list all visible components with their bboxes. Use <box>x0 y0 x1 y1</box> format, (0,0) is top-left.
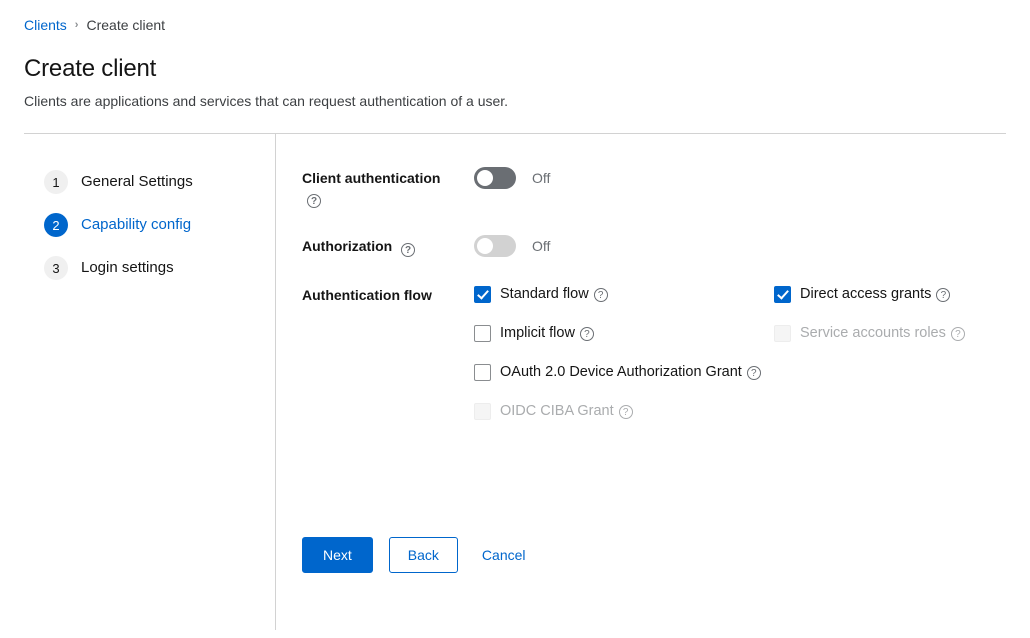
checkbox-item-implicit-flow[interactable]: Implicit flow ? <box>474 324 774 343</box>
client-authentication-label-text: Client authentication <box>302 170 441 186</box>
checkbox-label: Standard flow <box>500 286 589 302</box>
authorization-label: Authorization ? <box>302 234 474 257</box>
checkbox-label: Implicit flow <box>500 325 575 341</box>
standard-flow-label-wrap: Standard flow ? <box>500 285 608 304</box>
wizard-step-general-settings[interactable]: 1 General Settings <box>44 170 275 194</box>
breadcrumb-separator-icon: › <box>74 19 79 31</box>
client-authentication-toggle[interactable] <box>474 167 516 189</box>
wizard-content-panel: Client authentication ? Off Authorizatio… <box>276 134 1030 630</box>
checkbox-item-standard-flow[interactable]: Standard flow ? <box>474 285 774 304</box>
toggle-knob <box>477 238 493 254</box>
page-title: Create client <box>24 55 157 82</box>
wizard-footer: Next Back Cancel <box>302 537 534 573</box>
oidc-ciba-grant-label-wrap: OIDC CIBA Grant ? <box>500 402 633 421</box>
standard-flow-checkbox[interactable] <box>474 286 491 303</box>
help-circle-icon[interactable]: ? <box>936 287 951 302</box>
checkbox-label: Service accounts roles <box>800 325 946 341</box>
step-label: Capability config <box>81 216 192 233</box>
back-button[interactable]: Back <box>388 537 458 573</box>
wizard-step-capability-config[interactable]: 2 Capability config <box>44 213 275 237</box>
page-header: Clients › Create client Create client Cl… <box>0 0 1030 134</box>
cancel-button[interactable]: Cancel <box>474 538 534 572</box>
wizard-step-login-settings[interactable]: 3 Login settings <box>44 256 275 280</box>
help-circle-icon[interactable]: ? <box>307 194 321 208</box>
authentication-flow-options: Standard flow ? Direct access grants ? I… <box>474 283 1030 421</box>
breadcrumb: Clients › Create client <box>24 16 1006 34</box>
authentication-flow-label: Authentication flow <box>302 283 474 305</box>
service-accounts-roles-label-wrap: Service accounts roles ? <box>800 324 965 343</box>
authorization-label-text: Authorization <box>302 238 393 254</box>
checkbox-label: Direct access grants <box>800 286 932 302</box>
implicit-flow-label-wrap: Implicit flow ? <box>500 324 594 343</box>
checkbox-item-service-accounts-roles: Service accounts roles ? <box>774 324 1030 343</box>
form-row-client-authentication: Client authentication ? Off <box>302 166 1030 208</box>
breadcrumb-link-clients[interactable]: Clients <box>24 16 67 34</box>
oauth-device-authorization-grant-checkbox[interactable] <box>474 364 491 381</box>
next-button[interactable]: Next <box>302 537 373 573</box>
help-circle-icon[interactable]: ? <box>593 287 608 302</box>
help-circle-icon[interactable]: ? <box>950 326 965 341</box>
page-subtitle: Clients are applications and services th… <box>24 93 509 109</box>
step-number-badge: 2 <box>44 213 68 237</box>
help-circle-icon[interactable]: ? <box>401 243 416 257</box>
step-label: General Settings <box>81 173 193 190</box>
toggle-knob <box>477 170 493 186</box>
client-authentication-label: Client authentication ? <box>302 166 474 208</box>
service-accounts-roles-checkbox <box>774 325 791 342</box>
help-circle-icon[interactable]: ? <box>746 365 761 380</box>
create-client-wizard: 1 General Settings 2 Capability config 3… <box>0 134 1030 630</box>
direct-access-grants-label-wrap: Direct access grants ? <box>800 285 951 304</box>
step-label: Login settings <box>81 259 174 276</box>
wizard-step-nav: 1 General Settings 2 Capability config 3… <box>0 134 276 630</box>
form-row-authentication-flow: Authentication flow Standard flow ? Dire… <box>302 283 1030 421</box>
client-authentication-state-text: Off <box>532 170 551 186</box>
authentication-flow-label-text: Authentication flow <box>302 287 432 303</box>
direct-access-grants-checkbox[interactable] <box>774 286 791 303</box>
checkbox-label: OAuth 2.0 Device Authorization Grant <box>500 364 742 380</box>
checkbox-label: OIDC CIBA Grant <box>500 403 614 419</box>
step-number-badge: 1 <box>44 170 68 194</box>
oauth-device-authorization-grant-label-wrap: OAuth 2.0 Device Authorization Grant ? <box>500 363 761 382</box>
authorization-toggle <box>474 235 516 257</box>
help-circle-icon[interactable]: ? <box>579 326 594 341</box>
authorization-control: Off <box>474 234 550 257</box>
step-number-badge: 3 <box>44 256 68 280</box>
implicit-flow-checkbox[interactable] <box>474 325 491 342</box>
client-authentication-control: Off <box>474 166 550 189</box>
checkbox-item-oauth-device-authorization-grant[interactable]: OAuth 2.0 Device Authorization Grant ? <box>474 363 1030 382</box>
form-row-authorization: Authorization ? Off <box>302 234 1030 257</box>
breadcrumb-current-create-client: Create client <box>86 17 166 33</box>
oidc-ciba-grant-checkbox <box>474 403 491 420</box>
checkbox-item-oidc-ciba-grant: OIDC CIBA Grant ? <box>474 402 1030 421</box>
checkbox-item-direct-access-grants[interactable]: Direct access grants ? <box>774 285 1030 304</box>
help-circle-icon[interactable]: ? <box>618 404 633 419</box>
authorization-state-text: Off <box>532 238 551 254</box>
